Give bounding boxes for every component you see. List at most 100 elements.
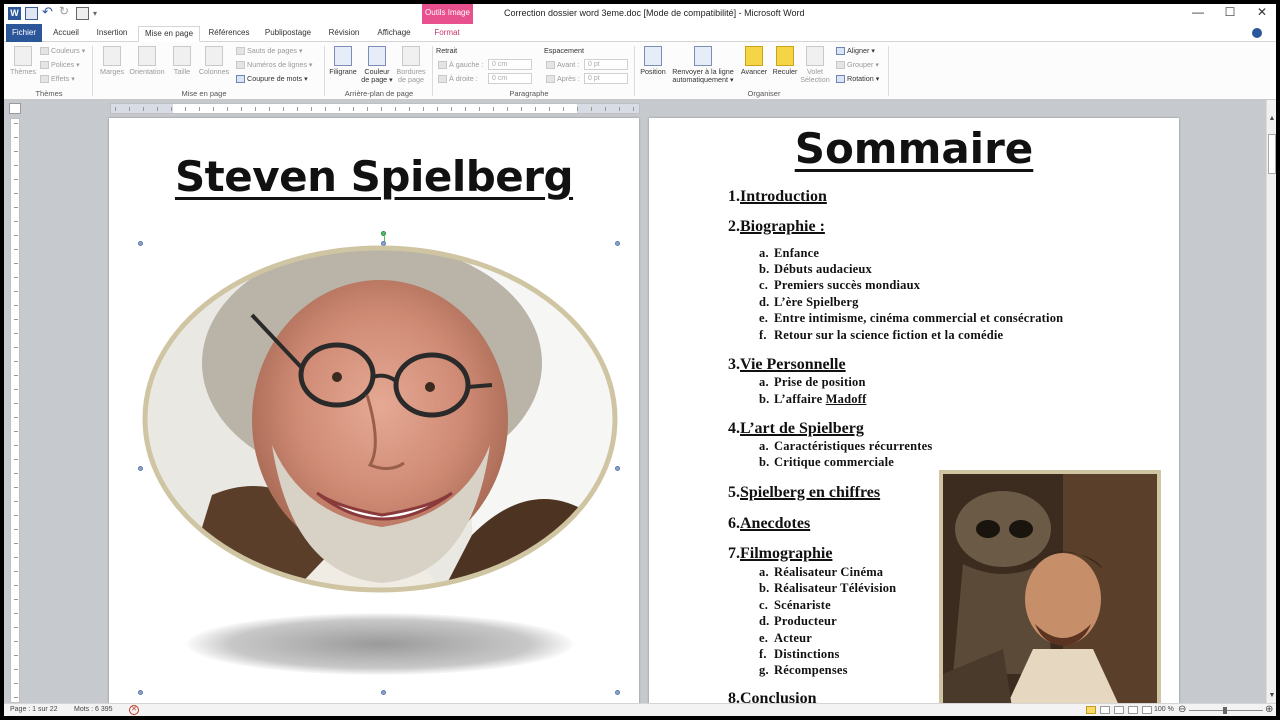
position-button[interactable]: Position	[636, 46, 670, 76]
tab-selector[interactable]	[9, 103, 21, 114]
aligner-button[interactable]: Aligner ▾	[836, 46, 875, 56]
tab-references[interactable]: Références	[206, 26, 252, 42]
numeros-lignes-button[interactable]: Numéros de lignes ▾	[236, 60, 313, 70]
portrait-image[interactable]	[142, 245, 618, 593]
rotation-button[interactable]: Rotation ▾	[836, 74, 879, 84]
maximize-button[interactable]: ☐	[1222, 6, 1238, 20]
filigrane-button[interactable]: Filigrane	[326, 46, 360, 76]
draft-view-button[interactable]	[1142, 706, 1152, 714]
margins-icon	[103, 46, 121, 66]
et-spielberg-image[interactable]	[939, 470, 1161, 703]
full-screen-view-button[interactable]	[1100, 706, 1110, 714]
themes-button[interactable]: Thèmes	[8, 46, 38, 76]
page-1[interactable]: Steven Spielberg	[109, 118, 639, 703]
resize-handle-sw[interactable]	[138, 690, 143, 695]
word-count[interactable]: Mots : 6 395	[74, 706, 113, 713]
window-title: Correction dossier word 3eme.doc [Mode d…	[504, 8, 805, 18]
bordures-page-button[interactable]: Bordures de page	[394, 46, 428, 84]
rotation-handle[interactable]	[381, 231, 386, 236]
zoom-level[interactable]: 100 %	[1154, 706, 1174, 713]
orientation-button[interactable]: Orientation	[126, 46, 168, 76]
ribbon-tab-bar: Fichier Accueil Insertion Mise en page R…	[4, 24, 1276, 42]
zoom-in-icon[interactable]: ⊕	[1265, 704, 1273, 715]
watermark-icon	[334, 46, 352, 66]
retrait-gauche-label: À gauche :	[438, 60, 483, 70]
tab-accueil[interactable]: Accueil	[48, 26, 84, 42]
taille-button[interactable]: Taille	[168, 46, 196, 76]
position-icon	[644, 46, 662, 66]
toc-section: 5.Spielberg en chiffres	[728, 484, 881, 501]
scroll-up-icon[interactable]: ▲	[1267, 114, 1276, 124]
vertical-scrollbar[interactable]: ▲ ▼	[1266, 100, 1276, 703]
colonnes-button[interactable]: Colonnes	[196, 46, 232, 76]
espacement-avant-input[interactable]: 0 pt	[584, 59, 628, 70]
resize-handle-s[interactable]	[381, 690, 386, 695]
status-bar: Page : 1 sur 22 Mots : 6 395 ✕ 100 % ⊖ ⊕	[4, 703, 1276, 716]
polices-button[interactable]: Polices ▾	[40, 60, 80, 70]
effets-button[interactable]: Effets ▾	[40, 74, 75, 84]
vertical-ruler[interactable]	[10, 118, 20, 703]
indent-right-icon	[438, 75, 447, 84]
retrait-gauche-input[interactable]: 0 cm	[488, 59, 532, 70]
close-button[interactable]: ✕	[1254, 6, 1270, 20]
toc-subitem: a. Caractéristiques récurrentes	[759, 439, 933, 453]
print-layout-view-button[interactable]	[1086, 706, 1096, 714]
web-layout-view-button[interactable]	[1114, 706, 1124, 714]
page-title: Steven Spielberg	[174, 152, 574, 201]
redo-icon[interactable]	[59, 4, 72, 20]
horizontal-ruler[interactable]	[110, 103, 640, 114]
resize-handle-se[interactable]	[615, 690, 620, 695]
zoom-slider-knob[interactable]	[1223, 707, 1227, 714]
grouper-button[interactable]: Grouper ▾	[836, 60, 879, 70]
word-logo-icon[interactable]: W	[8, 7, 21, 20]
tab-affichage[interactable]: Affichage	[372, 26, 416, 42]
scroll-thumb[interactable]	[1268, 134, 1276, 174]
page-2[interactable]: Sommaire 1.Introduction 2.Biographie : a…	[649, 118, 1179, 703]
undo-icon[interactable]	[42, 4, 55, 20]
tab-mise-en-page[interactable]: Mise en page	[138, 26, 200, 42]
tab-revision[interactable]: Révision	[324, 26, 364, 42]
tab-format[interactable]: Format	[426, 26, 468, 42]
colors-icon	[40, 47, 49, 56]
print-icon[interactable]	[76, 7, 89, 20]
indent-left-icon	[438, 61, 447, 70]
tab-fichier[interactable]: Fichier	[6, 24, 42, 42]
couleurs-button[interactable]: Couleurs ▾	[40, 46, 85, 56]
sauts-button[interactable]: Sauts de pages ▾	[236, 46, 303, 56]
group-label-paragraphe: Paragraphe	[509, 89, 549, 98]
tab-publipostage[interactable]: Publipostage	[260, 26, 316, 42]
scroll-down-icon[interactable]: ▼	[1267, 691, 1276, 701]
group-separator	[92, 46, 93, 96]
toc-section: 2.Biographie :	[728, 218, 825, 235]
minimize-button[interactable]: —	[1190, 6, 1206, 20]
toc-section: 6.Anecdotes	[728, 515, 811, 532]
send-backward-icon	[776, 46, 794, 66]
zoom-out-icon[interactable]: ⊖	[1178, 704, 1186, 715]
toc-subitem: b. Critique commerciale	[759, 455, 895, 469]
espacement-apres-input[interactable]: 0 pt	[584, 73, 628, 84]
line-numbers-icon	[236, 61, 245, 70]
proofing-icon[interactable]: ✕	[129, 705, 139, 715]
renvoyer-ligne-button[interactable]: Renvoyer à la ligne automatiquement ▾	[668, 46, 738, 84]
retrait-droite-input[interactable]: 0 cm	[488, 73, 532, 84]
reculer-button[interactable]: Reculer	[770, 46, 800, 76]
avancer-button[interactable]: Avancer	[738, 46, 770, 76]
page-count[interactable]: Page : 1 sur 22	[10, 706, 57, 713]
toc-subitem: g. Récompenses	[759, 663, 848, 677]
coupure-mots-button[interactable]: Coupure de mots ▾	[236, 74, 308, 84]
customize-qat-icon[interactable]: ▾	[93, 9, 101, 18]
marges-button[interactable]: Marges	[96, 46, 128, 76]
group-label-mise-en-page: Mise en page	[181, 89, 227, 98]
group-label-organiser: Organiser	[747, 89, 781, 98]
group-label-themes: Thèmes	[35, 89, 63, 98]
toc-subitem: b. Débuts audacieux	[759, 262, 873, 276]
save-icon[interactable]	[25, 7, 38, 20]
help-icon[interactable]	[1252, 28, 1262, 38]
volet-selection-button[interactable]: Volet Sélection	[800, 46, 830, 84]
tab-insertion[interactable]: Insertion	[92, 26, 132, 42]
outline-view-button[interactable]	[1128, 706, 1138, 714]
couleur-page-button[interactable]: Couleur de page ▾	[360, 46, 394, 84]
bring-forward-icon	[745, 46, 763, 66]
zoom-slider[interactable]	[1189, 707, 1263, 714]
toc-subitem: a. Réalisateur Cinéma	[759, 565, 884, 579]
